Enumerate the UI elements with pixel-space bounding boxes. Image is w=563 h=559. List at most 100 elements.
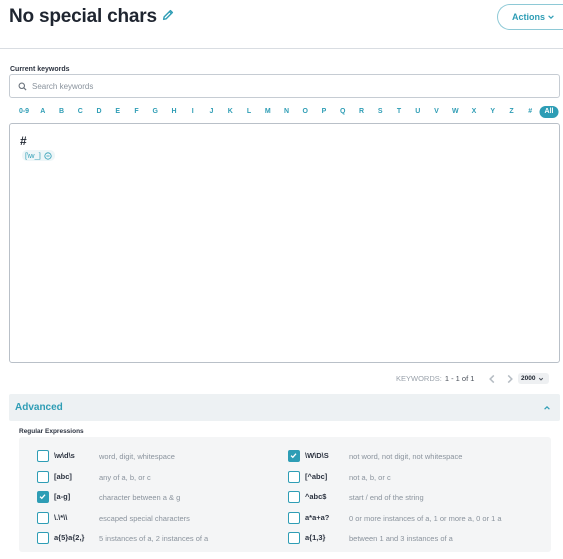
alphabet-filter-0-9[interactable]: 0-9: [19, 106, 29, 118]
keyword-group-heading: #: [20, 134, 27, 148]
alphabet-filter-a[interactable]: A: [40, 106, 45, 118]
regex-description: escaped special characters: [99, 514, 190, 523]
regex-code: \w\d\s: [54, 451, 75, 460]
regex-option[interactable]: \W\D\S not word, not digit, not whitespac…: [288, 449, 528, 463]
alphabet-filter-j[interactable]: J: [210, 106, 214, 118]
checkmark-icon: [39, 494, 46, 500]
keywords-count-label: KEYWORDS:: [396, 373, 442, 383]
alphabet-filter-all[interactable]: All: [539, 106, 559, 118]
keywords-panel: # [\w_]: [9, 123, 560, 363]
regex-checkbox[interactable]: [288, 532, 300, 544]
alphabet-filter-hash[interactable]: #: [528, 106, 532, 118]
keywords-count-range: 1 - 1 of 1: [444, 373, 475, 383]
alphabet-filter-g[interactable]: G: [153, 106, 158, 118]
regex-code: a{1,3}: [305, 533, 326, 542]
regex-checkbox[interactable]: [37, 532, 49, 544]
regex-description: word, digit, whitespace: [99, 452, 175, 461]
regex-description: between 1 and 3 instances of a: [349, 534, 453, 543]
regex-code: [abc]: [54, 472, 72, 481]
regex-option[interactable]: a*a+a? 0 or more instances of a, 1 or mor…: [288, 511, 528, 525]
regex-description: character between a & g: [99, 493, 181, 502]
alphabet-filter-b[interactable]: B: [59, 106, 64, 118]
advanced-section-toggle[interactable]: Advanced: [9, 394, 560, 421]
regex-code: a{5}a{2,}: [54, 533, 85, 542]
alphabet-filter-d[interactable]: D: [96, 106, 101, 118]
search-icon: [18, 82, 27, 91]
keyword-chip[interactable]: [\w_]: [22, 150, 55, 161]
regex-option[interactable]: a{5}a{2,} 5 instances of a, 2 instances o…: [37, 531, 277, 545]
alphabet-filter-v[interactable]: V: [434, 106, 439, 118]
regex-checkbox[interactable]: [288, 491, 300, 503]
alphabet-filter-x[interactable]: X: [472, 106, 477, 118]
checkmark-icon: [290, 453, 297, 459]
pencil-icon[interactable]: [161, 8, 175, 22]
next-page-icon[interactable]: [504, 373, 516, 385]
alphabet-filter-o[interactable]: O: [303, 106, 308, 118]
regex-checkbox[interactable]: [288, 450, 300, 462]
actions-button[interactable]: Actions: [497, 4, 563, 30]
actions-label: Actions: [512, 12, 546, 22]
keyword-chip-text: [\w_]: [25, 151, 41, 160]
alphabet-filter-i[interactable]: I: [192, 106, 194, 118]
regex-checkbox[interactable]: [37, 450, 49, 462]
current-keywords-label: Current keywords: [10, 66, 70, 73]
regex-checkbox[interactable]: [288, 512, 300, 524]
alphabet-filter-c[interactable]: C: [78, 106, 83, 118]
page-title: No special chars: [9, 6, 157, 27]
alphabet-filter: 0-9 A B C D E F G H I J K L M N O P Q R S T U V W X Y Z # All: [14, 106, 559, 118]
pagination: KEYWORDS: 1 - 1 of 1: [396, 372, 474, 384]
alphabet-filter-e[interactable]: E: [115, 106, 120, 118]
alphabet-filter-y[interactable]: Y: [490, 106, 495, 118]
regex-checkbox[interactable]: [288, 471, 300, 483]
alphabet-filter-t[interactable]: T: [397, 106, 401, 118]
regex-description: not word, not digit, not whitespace: [349, 452, 463, 461]
regex-description: not a, b, or c: [349, 473, 391, 482]
chevron-down-icon: [548, 15, 554, 20]
regex-description: start / end of the string: [349, 493, 424, 502]
regex-code: \.\*\\: [54, 513, 68, 522]
alphabet-filter-z[interactable]: Z: [509, 106, 513, 118]
previous-page-icon[interactable]: [486, 373, 498, 385]
alphabet-filter-h[interactable]: H: [171, 106, 176, 118]
regex-option[interactable]: [^abc] not a, b, or c: [288, 470, 528, 484]
regex-option[interactable]: [a-g] character between a & g: [37, 490, 277, 504]
header-divider: [0, 48, 563, 49]
alphabet-filter-u[interactable]: U: [415, 106, 420, 118]
advanced-title: Advanced: [15, 402, 63, 413]
remove-circle-icon[interactable]: [44, 151, 52, 160]
regex-checkbox[interactable]: [37, 491, 49, 503]
page-size-value: 2000: [521, 375, 536, 382]
regex-option[interactable]: \.\*\\ escaped special characters: [37, 511, 277, 525]
regex-code: [^abc]: [305, 472, 328, 481]
alphabet-filter-s[interactable]: S: [378, 106, 383, 118]
regex-option[interactable]: \w\d\s word, digit, whitespace: [37, 449, 277, 463]
page-size-select[interactable]: 2000: [518, 373, 549, 384]
regex-option[interactable]: ^abc$ start / end of the string: [288, 490, 528, 504]
alphabet-filter-r[interactable]: R: [359, 106, 364, 118]
regex-option[interactable]: [abc] any of a, b, or c: [37, 470, 277, 484]
chevron-down-icon: [539, 377, 544, 381]
search-box[interactable]: [9, 74, 560, 98]
alphabet-filter-l[interactable]: L: [247, 106, 251, 118]
alphabet-filter-n[interactable]: N: [284, 106, 289, 118]
regex-description: 5 instances of a, 2 instances of a: [99, 534, 209, 543]
regex-description: 0 or more instances of a, 1 or more a, 0…: [349, 514, 502, 523]
regex-checkbox[interactable]: [37, 471, 49, 483]
alphabet-filter-k[interactable]: K: [228, 106, 233, 118]
alphabet-filter-m[interactable]: M: [265, 106, 271, 118]
regex-checkbox[interactable]: [37, 512, 49, 524]
search-input[interactable]: [32, 81, 532, 91]
regex-code: a*a+a?: [305, 513, 330, 522]
alphabet-filter-w[interactable]: W: [452, 106, 459, 118]
chevron-up-icon: [544, 405, 550, 410]
regex-code: ^abc$: [305, 492, 327, 501]
regex-code: \W\D\S: [305, 451, 329, 460]
alphabet-filter-p[interactable]: P: [322, 106, 327, 118]
regex-description: any of a, b, or c: [99, 473, 151, 482]
regex-options-panel: \w\d\s word, digit, whitespace \W\D\S not w…: [19, 437, 551, 552]
alphabet-filter-q[interactable]: Q: [340, 106, 345, 118]
regex-section-label: Regular Expressions: [19, 428, 84, 435]
regex-option[interactable]: a{1,3} between 1 and 3 instances of a: [288, 531, 528, 545]
alphabet-filter-f[interactable]: F: [134, 106, 138, 118]
regex-code: [a-g]: [54, 492, 71, 501]
